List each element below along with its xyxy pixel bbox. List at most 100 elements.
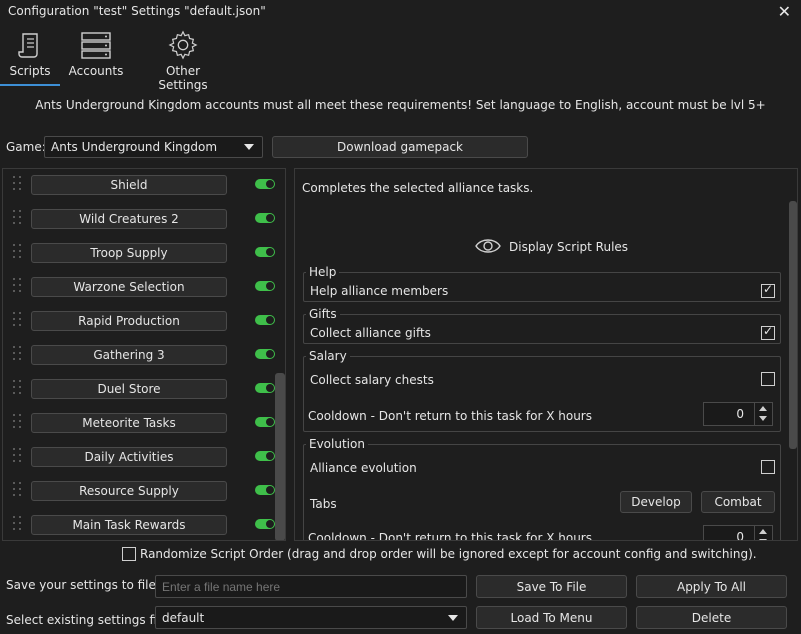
script-toggle[interactable] — [255, 281, 275, 291]
script-button[interactable]: Main Task Rewards — [31, 515, 227, 535]
settings-file-select[interactable]: default — [155, 606, 467, 629]
script-row[interactable]: Rapid Production — [3, 305, 275, 339]
help-option-label: Help alliance members — [310, 284, 449, 298]
download-gamepack-button[interactable]: Download gamepack — [272, 136, 528, 158]
drag-handle-icon[interactable] — [13, 278, 23, 294]
tab-accounts[interactable]: Accounts — [68, 30, 124, 78]
group-salary-title: Salary — [306, 349, 350, 363]
tab-accounts-label: Accounts — [68, 64, 124, 78]
scroll-icon — [18, 33, 38, 58]
filename-input[interactable] — [155, 575, 467, 598]
details-scrollbar[interactable] — [789, 201, 797, 449]
drag-handle-icon[interactable] — [13, 312, 23, 328]
script-button[interactable]: Gathering 3 — [31, 345, 227, 365]
settings-file-value: default — [162, 610, 205, 625]
active-tab-indicator — [0, 84, 60, 86]
salary-cooldown-label: Cooldown - Don't return to this task for… — [308, 409, 592, 423]
script-button[interactable]: Rapid Production — [31, 311, 227, 331]
tab-scripts[interactable]: Scripts — [8, 30, 52, 78]
tab-other-settings[interactable]: Other Settings — [142, 30, 224, 92]
script-toggle[interactable] — [255, 315, 275, 325]
script-toggle[interactable] — [255, 485, 275, 495]
combat-button[interactable]: Combat — [701, 491, 775, 513]
develop-button[interactable]: Develop — [620, 491, 692, 513]
script-toggle[interactable] — [255, 247, 275, 257]
script-button[interactable]: Meteorite Tasks — [31, 413, 227, 433]
script-toggle[interactable] — [255, 451, 275, 461]
salary-cooldown-spinbox[interactable]: 0 — [703, 402, 773, 426]
drag-handle-icon[interactable] — [13, 346, 23, 362]
evolution-cooldown-value: 0 — [736, 530, 744, 541]
script-button[interactable]: Troop Supply — [31, 243, 227, 263]
randomize-label: Randomize Script Order (drag and drop or… — [140, 547, 757, 561]
drag-handle-icon[interactable] — [13, 516, 23, 532]
script-row[interactable]: Troop Supply — [3, 237, 275, 271]
script-description: Completes the selected alliance tasks. — [302, 181, 534, 195]
script-row[interactable]: Meteorite Tasks — [3, 407, 275, 441]
spin-up-icon[interactable] — [759, 406, 767, 411]
game-select[interactable]: Ants Underground Kingdom — [44, 136, 263, 158]
requirements-notice: Ants Underground Kingdom accounts must a… — [35, 98, 766, 112]
server-icon — [81, 32, 111, 59]
script-button[interactable]: Shield — [31, 175, 227, 195]
delete-button[interactable]: Delete — [636, 606, 787, 629]
close-icon[interactable]: ✕ — [778, 2, 791, 21]
spin-down-icon[interactable] — [759, 539, 767, 540]
script-row[interactable]: Wild Creatures 2 — [3, 203, 275, 237]
script-button[interactable]: Duel Store — [31, 379, 227, 399]
scripts-list[interactable]: Shield Wild Creatures 2 Troop Supply Warzon… — [2, 168, 286, 541]
group-evolution-title: Evolution — [306, 437, 368, 451]
script-row[interactable]: Gathering 3 — [3, 339, 275, 373]
script-toggle[interactable] — [255, 417, 275, 427]
salary-checkbox[interactable] — [761, 372, 775, 386]
script-button[interactable]: Resource Supply — [31, 481, 227, 501]
scripts-scrollbar[interactable] — [275, 373, 285, 540]
script-row[interactable]: Shield — [3, 169, 275, 203]
evolution-cooldown-label: Cooldown - Don't return to this task for… — [308, 531, 592, 541]
game-label: Game: — [6, 140, 46, 154]
drag-handle-icon[interactable] — [13, 448, 23, 464]
eye-icon — [475, 239, 501, 253]
load-to-menu-button[interactable]: Load To Menu — [476, 606, 627, 629]
salary-option-label: Collect salary chests — [310, 373, 434, 387]
group-help-title: Help — [306, 265, 340, 279]
spin-up-icon[interactable] — [759, 529, 767, 534]
drag-handle-icon[interactable] — [13, 482, 23, 498]
randomize-checkbox[interactable] — [122, 547, 136, 561]
script-row[interactable]: Daily Activities — [3, 441, 275, 475]
gifts-option-label: Collect alliance gifts — [310, 326, 431, 340]
game-select-value: Ants Underground Kingdom — [51, 140, 218, 154]
window-title: Configuration "test" Settings "default.j… — [8, 4, 266, 18]
display-rules-label: Display Script Rules — [509, 240, 629, 254]
script-row[interactable]: Resource Supply — [3, 475, 275, 509]
chevron-down-icon — [448, 614, 458, 621]
script-button[interactable]: Warzone Selection — [31, 277, 227, 297]
drag-handle-icon[interactable] — [13, 414, 23, 430]
salary-cooldown-value: 0 — [736, 407, 744, 421]
script-toggle[interactable] — [255, 349, 275, 359]
script-row[interactable]: Warzone Selection — [3, 271, 275, 305]
evolution-checkbox[interactable] — [761, 460, 775, 474]
evolution-option-label: Alliance evolution — [310, 461, 417, 475]
script-details: Completes the selected alliance tasks. D… — [294, 168, 798, 541]
evolution-cooldown-spinbox[interactable]: 0 — [703, 525, 773, 541]
spin-down-icon[interactable] — [759, 416, 767, 421]
drag-handle-icon[interactable] — [13, 176, 23, 192]
script-row[interactable]: Main Task Rewards — [3, 509, 275, 540]
script-toggle[interactable] — [255, 383, 275, 393]
script-button[interactable]: Wild Creatures 2 — [31, 209, 227, 229]
select-settings-label: Select existing settings file — [6, 613, 168, 627]
help-checkbox[interactable] — [761, 282, 775, 298]
script-toggle[interactable] — [255, 213, 275, 223]
drag-handle-icon[interactable] — [13, 380, 23, 396]
drag-handle-icon[interactable] — [13, 244, 23, 260]
script-toggle[interactable] — [255, 519, 275, 529]
drag-handle-icon[interactable] — [13, 210, 23, 226]
apply-to-all-button[interactable]: Apply To All — [636, 575, 787, 598]
gifts-checkbox[interactable] — [761, 324, 775, 340]
script-button[interactable]: Daily Activities — [31, 447, 227, 467]
save-to-file-button[interactable]: Save To File — [476, 575, 627, 598]
group-gifts-title: Gifts — [306, 307, 340, 321]
script-row[interactable]: Duel Store — [3, 373, 275, 407]
script-toggle[interactable] — [255, 179, 275, 189]
